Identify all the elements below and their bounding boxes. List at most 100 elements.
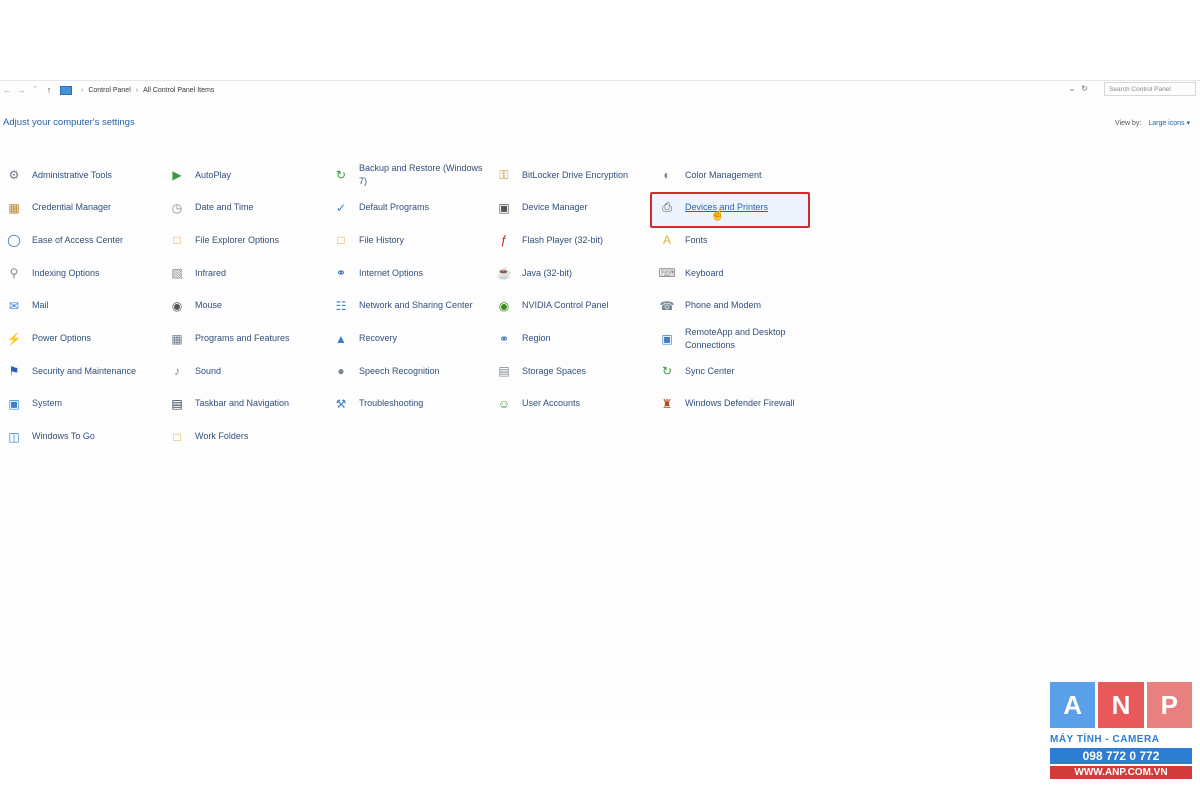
cp-item-label: NVIDIA Control Panel [522, 300, 609, 311]
cp-item-mouse[interactable]: ◉ Mouse [163, 292, 325, 320]
device-manager-icon: ▣ [498, 200, 510, 215]
folder-icon: □ [173, 233, 181, 248]
cp-item-device-manager[interactable]: ▣ Device Manager [490, 194, 652, 222]
history-dropdown-icon[interactable]: ⌄ [1069, 84, 1076, 93]
flag-icon: ⚑ [8, 364, 20, 379]
windows-to-go-icon: ◫ [8, 429, 20, 444]
logo-phone: 098 772 0 772 [1050, 748, 1192, 764]
cp-item-label: Flash Player (32-bit) [522, 234, 604, 245]
cp-item-color-management[interactable]: ◐ Color Management [653, 161, 815, 189]
programs-icon: ▦ [171, 331, 183, 346]
mouse-icon: ◉ [171, 298, 183, 313]
cp-item-folder[interactable]: □ File Explorer Options [163, 226, 325, 254]
mail-icon: ✉ [8, 298, 20, 313]
cp-item-network[interactable]: ☷ Network and Sharing Center [327, 292, 489, 320]
cp-item-infrared[interactable]: ▧ Infrared [163, 259, 325, 287]
refresh-icon[interactable]: ↻ [1081, 84, 1088, 93]
nvidia-icon: ◉ [498, 298, 510, 313]
phone-icon: ☎ [659, 298, 675, 313]
cp-item-globe[interactable]: ⚭ Internet Options [327, 259, 489, 287]
cp-item-nvidia[interactable]: ◉ NVIDIA Control Panel [490, 292, 652, 320]
back-icon[interactable]: ← [0, 83, 14, 97]
cp-item-label: System [32, 398, 63, 409]
cp-item-label: Color Management [685, 169, 762, 180]
cp-item-label: Devices and Printers [685, 202, 769, 213]
cp-item-label: Mouse [195, 300, 223, 311]
firewall-icon: ♜ [661, 396, 673, 411]
cp-item-fonts[interactable]: A Fonts [653, 226, 815, 254]
cp-item-label: Keyboard [685, 267, 724, 278]
cp-item-system[interactable]: ▣ System [0, 390, 162, 418]
cp-item-backup[interactable]: ↻ Backup and Restore (Windows 7) [327, 161, 489, 189]
system-icon: ▣ [8, 396, 20, 411]
cp-item-region[interactable]: ⚭ Region [490, 325, 652, 353]
cp-item-power[interactable]: ⚡ Power Options [0, 325, 162, 353]
cp-item-autoplay[interactable]: ▶ AutoPlay [163, 161, 325, 189]
cp-item-clock[interactable]: ◷ Date and Time [163, 194, 325, 222]
cp-item-microphone[interactable]: ● Speech Recognition [327, 357, 489, 385]
address-bar: ← → ˇ ↑ › Control Panel › All Control Pa… [0, 81, 1200, 99]
troubleshoot-icon: ⚒ [335, 396, 347, 411]
search-placeholder: Search Control Panel [1109, 85, 1171, 93]
cp-item-admin-tools[interactable]: ⚙ Administrative Tools [0, 161, 162, 189]
cp-item-user-accounts[interactable]: ☺ User Accounts [490, 390, 652, 418]
cp-item-java[interactable]: ☕ Java (32-bit) [490, 259, 652, 287]
cp-item-label: Work Folders [195, 431, 249, 442]
cp-item-taskbar[interactable]: ▤ Taskbar and Navigation [163, 390, 325, 418]
cp-item-label: Infrared [195, 267, 227, 278]
page-title: Adjust your computer's settings [3, 117, 135, 128]
cp-item-troubleshoot[interactable]: ⚒ Troubleshooting [327, 390, 489, 418]
breadcrumb[interactable]: › Control Panel › All Control Panel Item… [60, 85, 214, 95]
view-by-dropdown[interactable]: Large icons ▾ [1148, 120, 1190, 127]
cp-item-label: Programs and Features [195, 333, 290, 343]
cp-item-label: Ease of Access Center [32, 234, 124, 245]
control-panel-window: ← → ˇ ↑ › Control Panel › All Control Pa… [0, 80, 1200, 721]
cp-item-file-history[interactable]: □ File History [327, 226, 489, 254]
admin-tools-icon: ⚙ [8, 168, 20, 182]
java-icon: ☕ [496, 266, 512, 281]
cp-item-label: Region [522, 333, 551, 343]
chevron-down-icon[interactable]: ˇ [28, 83, 42, 97]
cp-item-label: File Explorer Options [195, 234, 280, 245]
cp-item-label: Java (32-bit) [522, 267, 573, 278]
cp-item-firewall[interactable]: ♜ Windows Defender Firewall [653, 390, 815, 418]
up-arrow-icon[interactable]: ↑ [42, 83, 56, 97]
cp-item-storage[interactable]: ▤ Storage Spaces [490, 357, 652, 385]
ease-access-icon: ◯ [7, 233, 21, 248]
cp-item-keyboard[interactable]: ⌨ Keyboard [653, 259, 815, 287]
cp-item-windows-to-go[interactable]: ◫ Windows To Go [0, 423, 162, 451]
view-by-label: View by: [1115, 120, 1142, 127]
cp-item-ease-access[interactable]: ◯ Ease of Access Center [0, 226, 162, 254]
cp-item-label: Fonts [685, 234, 708, 245]
cp-item-programs[interactable]: ▦ Programs and Features [163, 325, 325, 353]
cp-item-sync[interactable]: ↻ Sync Center [653, 357, 815, 385]
cp-item-default-programs[interactable]: ✓ Default Programs [327, 194, 489, 222]
infrared-icon: ▧ [171, 266, 183, 281]
search-input[interactable]: Search Control Panel [1104, 82, 1196, 96]
cp-item-phone[interactable]: ☎ Phone and Modem [653, 292, 815, 320]
cp-item-recovery[interactable]: ▲ Recovery [327, 325, 489, 353]
anp-watermark-logo: A N P MÁY TÍNH - CAMERA 098 772 0 772 WW… [1050, 682, 1192, 794]
cp-item-mail[interactable]: ✉ Mail [0, 292, 162, 320]
cp-item-label: Date and Time [195, 202, 254, 213]
cp-item-label: Speech Recognition [359, 365, 440, 376]
cp-item-flag[interactable]: ⚑ Security and Maintenance [0, 357, 162, 385]
cp-item-flash[interactable]: ƒ Flash Player (32-bit) [490, 226, 652, 254]
cp-item-sound[interactable]: ♪ Sound [163, 357, 325, 385]
cp-item-label: Taskbar and Navigation [195, 398, 290, 409]
cp-item-work-folders[interactable]: □ Work Folders [163, 423, 325, 451]
cp-item-indexing[interactable]: ⚲ Indexing Options [0, 259, 162, 287]
forward-icon[interactable]: → [14, 83, 28, 97]
cp-item-printer[interactable]: ⎙ Devices and Printers [653, 194, 815, 222]
breadcrumb-control-panel[interactable]: Control Panel [88, 87, 130, 94]
cp-item-label: Administrative Tools [32, 169, 112, 180]
cp-item-label: Credential Manager [32, 202, 112, 213]
cp-item-label: RemoteApp and Desktop Connections [685, 326, 786, 350]
keyboard-icon: ⌨ [658, 266, 676, 281]
backup-icon: ↻ [335, 168, 347, 182]
cp-item-remoteapp[interactable]: ▣ RemoteApp and Desktop Connections [653, 325, 815, 353]
cp-item-credential[interactable]: ▦ Credential Manager [0, 194, 162, 222]
breadcrumb-all-items[interactable]: All Control Panel Items [143, 87, 214, 94]
cp-item-bitlocker[interactable]: ⚿ BitLocker Drive Encryption [490, 161, 652, 189]
cp-item-label: Power Options [32, 333, 92, 343]
